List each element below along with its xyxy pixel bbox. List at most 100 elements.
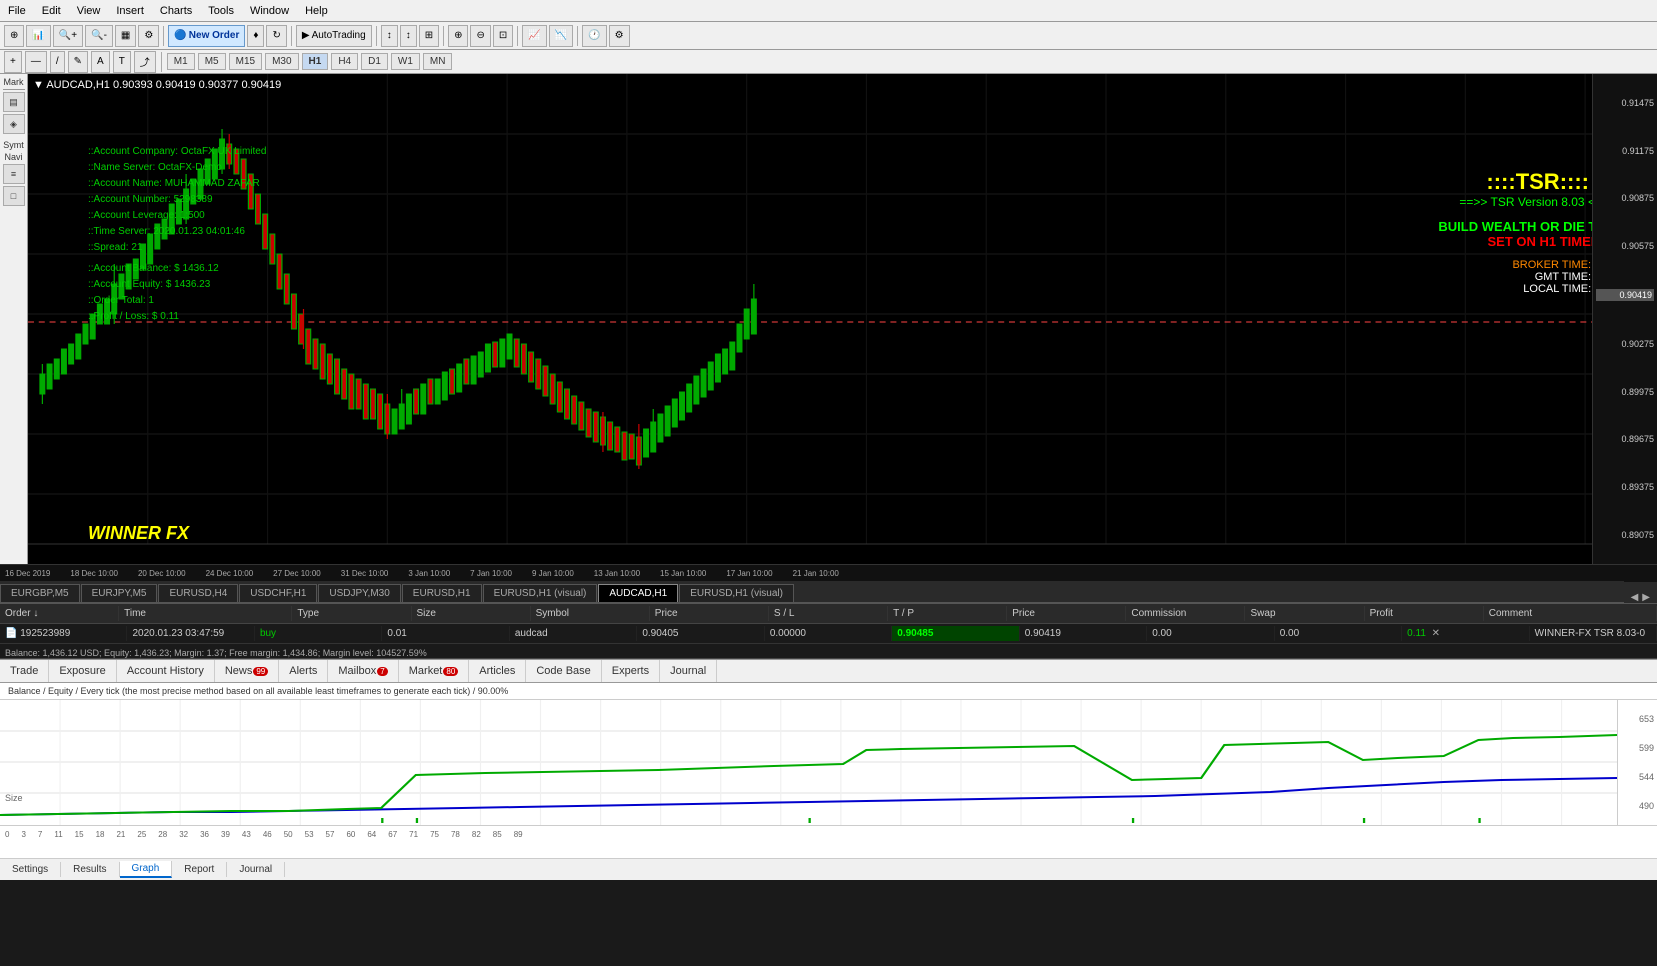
chart-tab-eurusd-h1[interactable]: EURUSD,H1 [402, 584, 482, 602]
order2-btn[interactable]: ♦ [247, 25, 264, 47]
menu-window[interactable]: Window [242, 3, 297, 19]
x-label-0: 0 [5, 830, 9, 839]
menu-edit[interactable]: Edit [34, 3, 69, 19]
chart-tab-usdjpy-m30[interactable]: USDJPY,M30 [318, 584, 400, 602]
tab-journal[interactable]: Journal [660, 660, 717, 682]
cell-order-swap: 0.00 [1275, 626, 1402, 641]
tab-experts[interactable]: Experts [602, 660, 660, 682]
col-order[interactable]: Order ↓ [0, 606, 119, 621]
tab-news[interactable]: News99 [215, 660, 279, 682]
col-profit[interactable]: Profit [1365, 606, 1484, 621]
sidebar-tool-4[interactable]: □ [3, 186, 25, 206]
chart-tab-audcad-h1[interactable]: AUDCAD,H1 [598, 584, 678, 602]
col-swap[interactable]: Swap [1245, 606, 1364, 621]
period-sep-btn[interactable]: ⚙ [138, 25, 159, 47]
clock-btn[interactable]: 🕐 [582, 25, 606, 47]
price-level-6: 0.90275 [1596, 339, 1654, 349]
new-account-btn[interactable]: ⊕ [4, 25, 24, 47]
chart-tab-usdchf-h1[interactable]: USDCHF,H1 [239, 584, 317, 602]
chart-tab-eurusd-h1-visual[interactable]: EURUSD,H1 (visual) [483, 584, 598, 602]
col-sl[interactable]: S / L [769, 606, 888, 621]
menu-charts[interactable]: Charts [152, 3, 200, 19]
scroll-left[interactable]: ◀ [1629, 592, 1641, 603]
tf-m1[interactable]: M1 [167, 53, 195, 70]
zoom-ctrl1[interactable]: ⊕ [448, 25, 468, 47]
main-chart[interactable]: ▼ AUDCAD,H1 0.90393 0.90419 0.90377 0.90… [28, 74, 1657, 564]
sidebar-tool-2[interactable]: ◈ [3, 114, 25, 134]
tab-alerts[interactable]: Alerts [279, 660, 328, 682]
candlestick-chart [28, 74, 1657, 564]
arrow-btn[interactable]: ⤴ [134, 51, 156, 73]
col-price[interactable]: Price [650, 606, 769, 621]
cell-order-profit: 0.11 ✕ [1402, 626, 1529, 641]
menu-tools[interactable]: Tools [200, 3, 242, 19]
chart-tab-eurjpy-m5[interactable]: EURJPY,M5 [81, 584, 158, 602]
tf-h4[interactable]: H4 [331, 53, 358, 70]
col-price-cur[interactable]: Price [1007, 606, 1126, 621]
chart-ctrl1[interactable]: ↕ [381, 25, 398, 47]
menu-bar: File Edit View Insert Charts Tools Windo… [0, 0, 1657, 22]
col-time[interactable]: Time [119, 606, 292, 621]
tab-exposure[interactable]: Exposure [49, 660, 116, 682]
col-symbol[interactable]: Symbol [531, 606, 650, 621]
chart-ctrl3[interactable]: ⊞ [419, 25, 439, 47]
tab-mailbox[interactable]: Mailbox7 [328, 660, 398, 682]
zoom-ctrl3[interactable]: ⊡ [493, 25, 513, 47]
select-btn[interactable]: ▦ [115, 25, 136, 47]
sub-tab-results[interactable]: Results [61, 862, 119, 877]
charts-btn[interactable]: 📊 [26, 25, 50, 47]
draw-btn[interactable]: / [50, 51, 65, 73]
graph-y-axis: 653 599 544 490 [1617, 700, 1657, 825]
tf-mn[interactable]: MN [423, 53, 453, 70]
zoom-in-btn[interactable]: 🔍+ [53, 25, 83, 47]
sidebar-tool-3[interactable]: ≡ [3, 164, 25, 184]
close-order-icon[interactable]: ✕ [1432, 628, 1440, 639]
tab-articles[interactable]: Articles [469, 660, 526, 682]
trade-ctrl1[interactable]: 📈 [522, 25, 546, 47]
x-label-19: 67 [388, 830, 397, 839]
tf-d1[interactable]: D1 [361, 53, 388, 70]
menu-file[interactable]: File [0, 3, 34, 19]
pencil-btn[interactable]: ✎ [68, 51, 88, 73]
col-commission[interactable]: Commission [1126, 606, 1245, 621]
menu-help[interactable]: Help [297, 3, 336, 19]
sub-tab-report[interactable]: Report [172, 862, 227, 877]
tf-h1[interactable]: H1 [302, 53, 329, 70]
tf-m30[interactable]: M30 [265, 53, 298, 70]
tab-account-history[interactable]: Account History [117, 660, 215, 682]
zoom-out-btn[interactable]: 🔍- [85, 25, 113, 47]
chart-ctrl2[interactable]: ↕ [400, 25, 417, 47]
cell-order-id: 📄 192523989 [0, 626, 127, 641]
autotrade-button[interactable]: ▶ AutoTrading [296, 25, 372, 47]
tab-trade[interactable]: Trade [0, 660, 49, 682]
col-comment[interactable]: Comment [1484, 606, 1657, 621]
trade-ctrl2[interactable]: 📉 [549, 25, 573, 47]
tf-m15[interactable]: M15 [229, 53, 262, 70]
chart-tab-eurusd-h4[interactable]: EURUSD,H4 [158, 584, 238, 602]
col-type[interactable]: Type [292, 606, 411, 621]
tf-m5[interactable]: M5 [198, 53, 226, 70]
label-btn[interactable]: T [113, 51, 131, 73]
order3-btn[interactable]: ↻ [266, 25, 286, 47]
text-btn[interactable]: A [91, 51, 110, 73]
separator-3 [376, 26, 377, 46]
sub-tab-journal[interactable]: Journal [227, 862, 285, 877]
tf-w1[interactable]: W1 [391, 53, 420, 70]
col-size[interactable]: Size [412, 606, 531, 621]
sidebar-tool-1[interactable]: ▤ [3, 92, 25, 112]
sub-tab-graph[interactable]: Graph [120, 861, 173, 878]
scroll-right[interactable]: ▶ [1640, 592, 1652, 603]
zoom-ctrl2[interactable]: ⊖ [470, 25, 490, 47]
menu-insert[interactable]: Insert [108, 3, 152, 19]
chart-tab-eurgbp-m5[interactable]: EURGBP,M5 [0, 584, 80, 602]
col-tp[interactable]: T / P [888, 606, 1007, 621]
settings-btn[interactable]: ⚙ [609, 25, 630, 47]
tab-code-base[interactable]: Code Base [526, 660, 601, 682]
sub-tab-settings[interactable]: Settings [0, 862, 61, 877]
line-btn[interactable]: — [25, 51, 47, 73]
menu-view[interactable]: View [69, 3, 109, 19]
new-order-button[interactable]: 🔵 New Order [168, 25, 245, 47]
tab-market[interactable]: Market80 [399, 660, 470, 682]
crosshair-btn[interactable]: + [4, 51, 22, 73]
chart-tab-eurusd-h1-visual2[interactable]: EURUSD,H1 (visual) [679, 584, 794, 602]
